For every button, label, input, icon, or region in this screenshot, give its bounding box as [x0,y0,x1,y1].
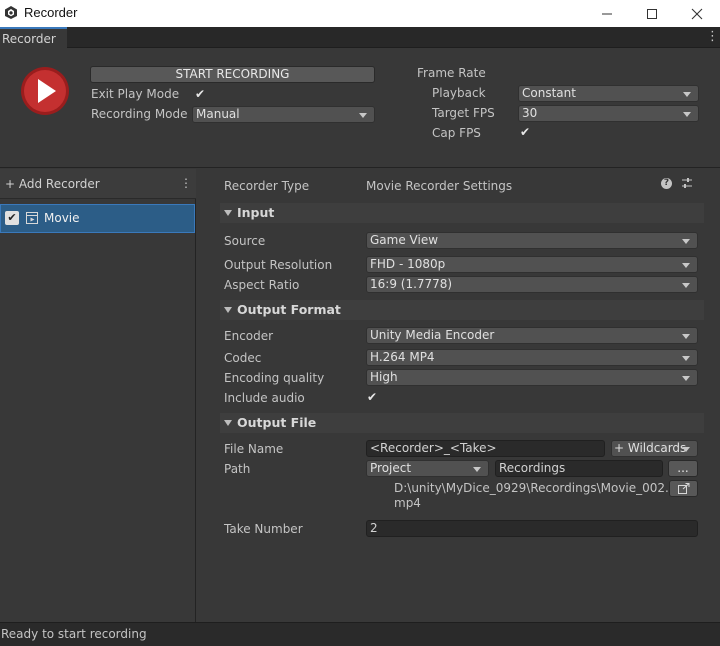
codec-value: H.264 MP4 [370,350,435,364]
recorder-list-header: + Add Recorder ⋮ [0,169,196,199]
maximize-icon [647,8,657,19]
output-file-section-header[interactable]: Output File [220,413,704,433]
wildcards-dropdown[interactable]: + Wildcards [611,440,698,457]
exit-play-mode-label: Exit Play Mode [91,87,180,101]
browse-button[interactable]: ... [668,460,698,477]
minimize-icon [602,13,612,14]
take-number-label: Take Number [224,522,303,536]
encoder-value: Unity Media Encoder [370,328,495,342]
target-fps-label: Target FPS [432,106,495,120]
recorder-type-value: Movie Recorder Settings [366,179,513,193]
path-label: Path [224,462,251,476]
maximize-button[interactable] [629,0,675,27]
source-value: Game View [370,233,439,247]
source-label: Source [224,234,266,248]
path-root-dropdown[interactable]: Project [366,460,489,477]
recording-mode-dropdown[interactable]: Manual [192,106,375,123]
close-button[interactable] [674,0,720,27]
input-section-header[interactable]: Input [220,203,704,223]
codec-label: Codec [224,351,262,365]
recording-mode-value: Manual [196,107,240,121]
path-root-value: Project [370,461,412,475]
output-resolution-value: FHD - 1080p [370,257,446,271]
encoding-quality-value: High [370,370,398,384]
tab-menu-icon[interactable]: ⋮ [706,29,719,44]
target-fps-value: 30 [522,106,538,120]
add-recorder-button[interactable]: + Add Recorder [5,177,100,191]
recorder-list-panel: + Add Recorder ⋮ ✔ Movie [0,169,196,622]
minimize-button[interactable] [584,0,630,27]
output-resolution-dropdown[interactable]: FHD - 1080p [366,256,698,273]
include-audio-checkbox[interactable]: ✔ [365,390,379,404]
output-file-header-label: Output File [237,415,317,430]
record-play-button[interactable] [20,66,70,116]
start-recording-label: START RECORDING [175,67,290,81]
window-title-bar: Recorder [0,0,720,27]
foldout-arrow-icon [224,420,232,426]
tab-recorder[interactable]: Recorder [0,27,67,48]
encoding-quality-dropdown[interactable]: High [366,369,698,386]
file-name-label: File Name [224,442,284,456]
recorder-list-menu-icon[interactable]: ⋮ [180,176,192,190]
unity-logo-icon [5,6,17,19]
status-bar: Ready to start recording [0,622,720,646]
foldout-arrow-icon [224,307,232,313]
encoding-quality-label: Encoding quality [224,371,325,385]
open-folder-button[interactable] [669,480,698,497]
recorder-settings-panel: Recorder Type Movie Recorder Settings ? … [201,169,720,622]
include-audio-label: Include audio [224,391,305,405]
aspect-ratio-label: Aspect Ratio [224,278,300,292]
external-link-icon [677,483,689,494]
tab-bar: Recorder ⋮ [0,27,720,48]
recorder-enabled-checkbox[interactable]: ✔ [5,211,19,225]
playback-label: Playback [432,86,486,100]
output-format-section-header[interactable]: Output Format [220,300,704,320]
frame-rate-label: Frame Rate [417,66,486,80]
playback-value: Constant [522,86,576,100]
target-fps-dropdown[interactable]: 30 [518,105,699,122]
list-item[interactable]: ✔ Movie [0,204,195,233]
codec-dropdown[interactable]: H.264 MP4 [366,349,698,366]
file-name-value: <Recorder>_<Take> [370,441,497,455]
input-header-label: Input [237,205,275,220]
tab-label: Recorder [2,32,56,46]
recorder-item-label: Movie [44,211,80,225]
aspect-ratio-value: 16:9 (1.7778) [370,277,453,291]
status-text: Ready to start recording [1,627,147,641]
path-value: Recordings [499,461,566,475]
output-resolution-label: Output Resolution [224,258,333,272]
source-dropdown[interactable]: Game View [366,232,698,249]
encoder-label: Encoder [224,329,274,343]
help-icon[interactable]: ? [661,178,672,189]
browse-label: ... [677,461,689,475]
exit-play-mode-checkbox[interactable]: ✔ [193,87,207,101]
aspect-ratio-dropdown[interactable]: 16:9 (1.7778) [366,276,698,293]
take-number-value: 2 [370,521,378,535]
movie-recorder-icon [26,212,38,224]
full-output-path-line2: mp4 [394,496,421,510]
output-format-header-label: Output Format [237,302,341,317]
wildcards-label: + Wildcards [614,441,687,455]
start-recording-button[interactable]: START RECORDING [90,66,375,83]
top-panel: START RECORDING Exit Play Mode ✔ Recordi… [0,48,720,168]
foldout-arrow-icon [224,210,232,216]
cap-fps-label: Cap FPS [432,126,481,140]
close-icon [691,8,703,19]
path-input[interactable]: Recordings [495,460,663,477]
file-name-input[interactable]: <Recorder>_<Take> [366,440,605,457]
preset-settings-icon[interactable] [681,177,693,189]
take-number-input[interactable]: 2 [366,520,698,537]
play-icon [21,67,69,115]
encoder-dropdown[interactable]: Unity Media Encoder [366,327,698,344]
playback-dropdown[interactable]: Constant [518,85,699,102]
cap-fps-checkbox[interactable]: ✔ [518,125,532,139]
recording-mode-label: Recording Mode [91,107,188,121]
recorder-type-label: Recorder Type [224,179,310,193]
full-output-path-line1: D:\unity\MyDice_0929\Recordings\Movie_00… [394,481,669,495]
window-title: Recorder [24,5,78,20]
